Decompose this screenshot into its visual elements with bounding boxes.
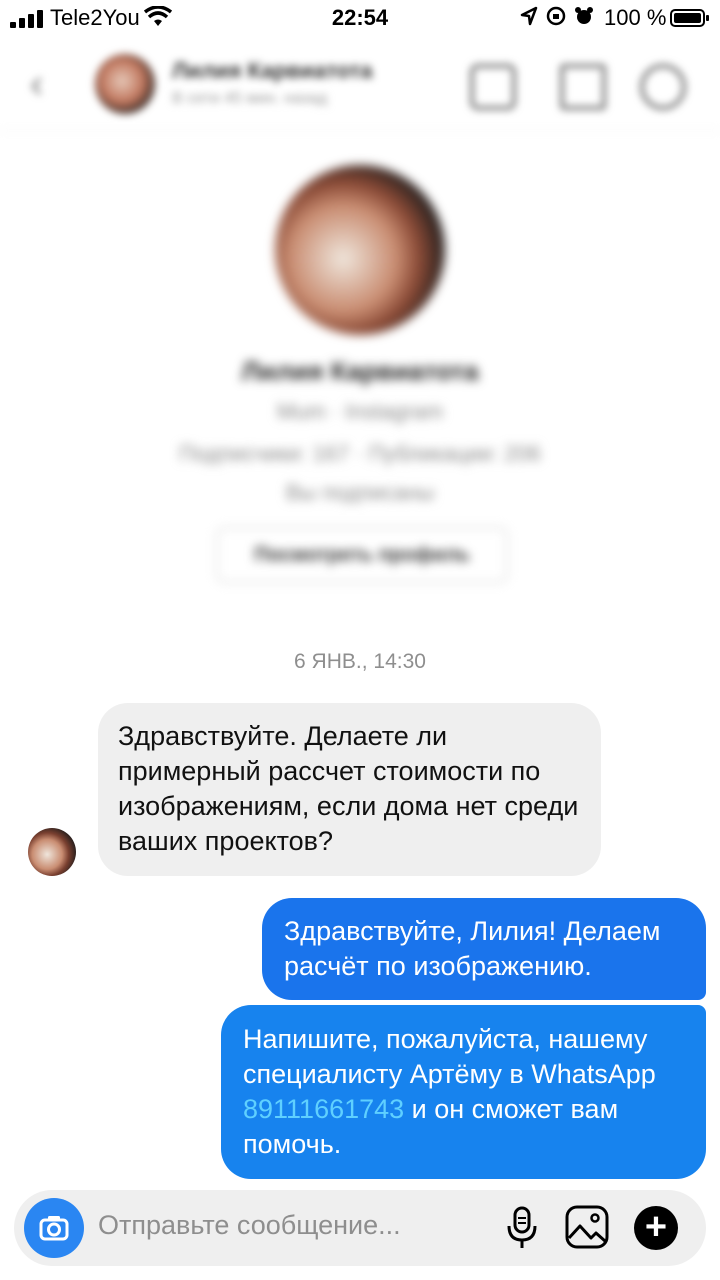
- message-composer: Отправьте сообщение... +: [14, 1190, 706, 1266]
- profile-follow-status: Вы подписаны: [285, 480, 435, 505]
- alarm-icon: [575, 7, 593, 24]
- camera-button[interactable]: [24, 1198, 84, 1258]
- battery-percentage: 100 %: [604, 5, 667, 30]
- avatar[interactable]: [95, 54, 155, 114]
- profile-stats: Подписчики: 167 · Публикации: 206: [179, 441, 541, 466]
- incoming-message[interactable]: Здравствуйте. Делаете ли примерный рассч…: [98, 703, 601, 876]
- outgoing-message[interactable]: Напишите, пожалуйста, нашему специалисту…: [221, 1005, 706, 1179]
- info-icon[interactable]: [640, 64, 686, 110]
- chat-header: ‹ Лилия Карвиатота В сети 45 мин. назад: [0, 40, 720, 131]
- orientation-lock-icon: [546, 6, 566, 26]
- video-icon[interactable]: [470, 64, 516, 110]
- date-separator: 6 ЯНВ., 14:30: [294, 650, 426, 673]
- contact-name[interactable]: Лилия Карвиатота: [172, 58, 372, 84]
- microphone-icon[interactable]: [502, 1204, 542, 1252]
- plus-icon[interactable]: +: [634, 1206, 678, 1250]
- phone-link[interactable]: 89111661743: [243, 1094, 404, 1124]
- profile-line-1: Mum · Instagram: [276, 399, 444, 424]
- status-icons: [520, 6, 594, 26]
- battery-icon: [670, 9, 709, 27]
- message-input[interactable]: Отправьте сообщение...: [98, 1210, 401, 1241]
- contact-status: В сети 45 мин. назад: [172, 90, 328, 107]
- outgoing-message[interactable]: Здравствуйте, Лилия! Делаем расчёт по из…: [262, 898, 706, 1000]
- profile-avatar[interactable]: [275, 165, 445, 335]
- sender-avatar[interactable]: [28, 828, 76, 876]
- view-profile-button[interactable]: Посмотреть профиль: [216, 527, 508, 583]
- gallery-icon[interactable]: [564, 1204, 610, 1250]
- status-bar: Tele2You 22:54 100 %: [0, 0, 720, 38]
- profile-name: Лилия Карвиатота: [241, 356, 479, 386]
- flag-icon[interactable]: [560, 64, 606, 110]
- location-icon: [520, 6, 538, 26]
- camera-icon: [39, 1216, 69, 1241]
- chevron-left-icon[interactable]: ‹: [30, 62, 43, 107]
- message-text: Напишите, пожалуйста, нашему специалисту…: [243, 1024, 656, 1089]
